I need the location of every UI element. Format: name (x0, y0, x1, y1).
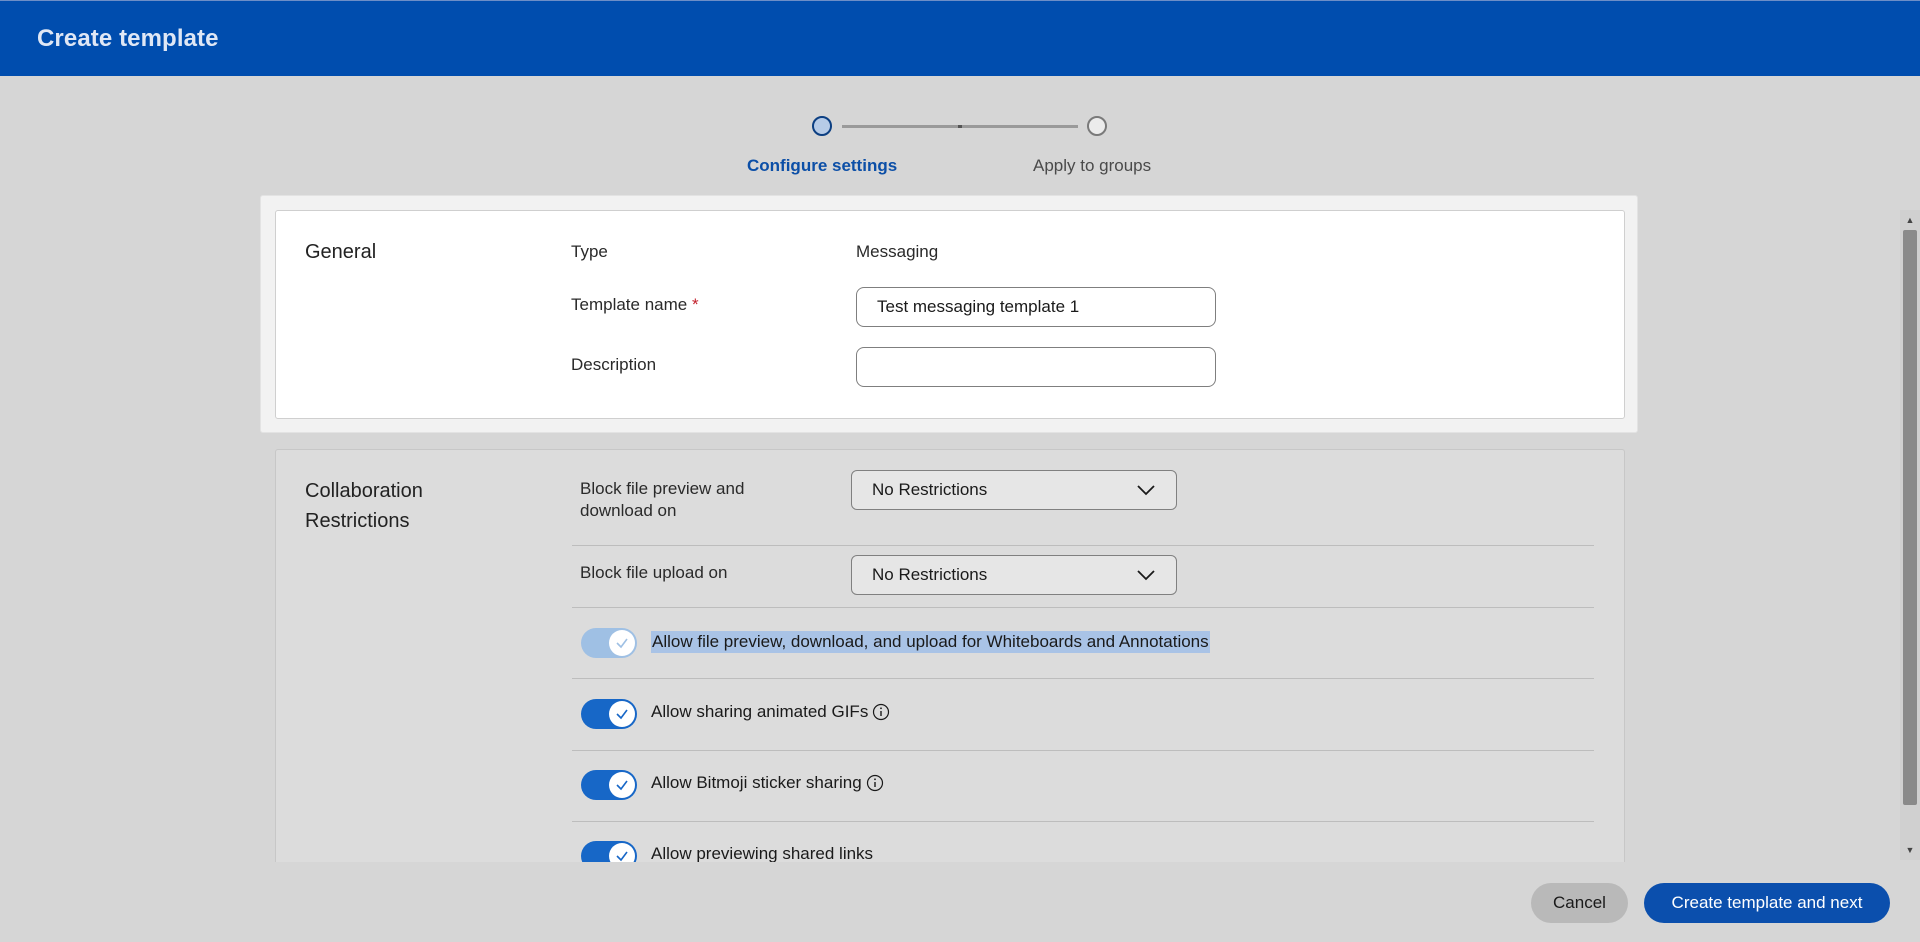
animated-gifs-label-text: Allow sharing animated GIFs (651, 702, 869, 721)
type-value: Messaging (856, 242, 939, 261)
stepper-track-marker (958, 125, 962, 128)
collaboration-section-title: Collaboration Restrictions (305, 476, 423, 536)
chevron-down-icon (1137, 485, 1155, 496)
vertical-scrollbar[interactable]: ▲ ▼ (1900, 210, 1920, 860)
section-divider (572, 750, 1594, 751)
step-configure-settings-label[interactable]: Configure settings (747, 156, 897, 176)
block-preview-label-line2: download on (580, 501, 677, 520)
checkmark-icon (616, 638, 628, 649)
scroll-up-arrow-icon[interactable]: ▲ (1900, 212, 1920, 228)
toggle-knob (609, 630, 635, 656)
info-icon[interactable] (866, 774, 884, 792)
general-section: General Type Messaging Template name * D… (275, 210, 1625, 419)
toggle-knob (609, 701, 635, 727)
step-configure-settings-dot[interactable] (812, 116, 832, 136)
collaboration-section-title-line2: Restrictions (305, 510, 410, 532)
block-upload-select[interactable]: No Restrictions (851, 555, 1177, 595)
template-name-label-text: Template name (571, 295, 688, 314)
info-icon[interactable] (872, 703, 890, 721)
animated-gifs-toggle[interactable] (581, 699, 637, 729)
checkmark-icon (616, 851, 628, 862)
chevron-down-icon (1137, 570, 1155, 581)
description-label: Description (571, 355, 657, 374)
step-apply-to-groups-dot[interactable] (1087, 116, 1107, 136)
collaboration-restrictions-section: Collaboration Restrictions Block file pr… (275, 449, 1625, 869)
section-divider (572, 545, 1594, 546)
whiteboards-annotations-label: Allow file preview, download, and upload… (651, 631, 1210, 653)
wizard-stepper: Configure settings Apply to groups (0, 76, 1920, 186)
create-template-and-next-button[interactable]: Create template and next (1644, 883, 1890, 923)
section-divider (572, 678, 1594, 679)
block-preview-label-line1: Block file preview and (580, 479, 745, 498)
cancel-button[interactable]: Cancel (1531, 883, 1628, 923)
block-preview-select-value: No Restrictions (872, 480, 988, 499)
whiteboards-annotations-label-text: Allow file preview, download, and upload… (651, 631, 1210, 653)
block-upload-select-value: No Restrictions (872, 565, 988, 584)
block-preview-label: Block file preview and download on (580, 478, 744, 522)
general-section-title: General (305, 241, 377, 263)
required-marker: * (691, 295, 699, 314)
footer-bar: Cancel Create template and next (0, 862, 1920, 942)
step-apply-to-groups-label[interactable]: Apply to groups (1033, 156, 1151, 176)
checkmark-icon (616, 709, 628, 720)
block-upload-label: Block file upload on (580, 563, 728, 582)
animated-gifs-label: Allow sharing animated GIFs (651, 702, 890, 722)
bitmoji-sharing-label-text: Allow Bitmoji sticker sharing (651, 773, 862, 792)
page-header: Create template (0, 0, 1920, 76)
section-divider (572, 607, 1594, 608)
description-input[interactable] (856, 347, 1216, 387)
template-name-input[interactable] (856, 287, 1216, 327)
toggle-knob (609, 772, 635, 798)
whiteboards-annotations-toggle[interactable] (581, 628, 637, 658)
scroll-down-arrow-icon[interactable]: ▼ (1900, 842, 1920, 858)
bitmoji-sharing-toggle[interactable] (581, 770, 637, 800)
preview-shared-links-label: Allow previewing shared links (651, 844, 873, 864)
type-label: Type (571, 242, 608, 261)
section-divider (572, 821, 1594, 822)
preview-shared-links-label-text: Allow previewing shared links (651, 844, 874, 863)
bitmoji-sharing-label: Allow Bitmoji sticker sharing (651, 773, 884, 793)
checkmark-icon (616, 780, 628, 791)
collaboration-section-title-line1: Collaboration (305, 480, 423, 502)
block-preview-select[interactable]: No Restrictions (851, 470, 1177, 510)
page-title: Create template (37, 24, 219, 52)
template-name-label: Template name * (571, 295, 699, 315)
scrollbar-thumb[interactable] (1903, 230, 1917, 805)
